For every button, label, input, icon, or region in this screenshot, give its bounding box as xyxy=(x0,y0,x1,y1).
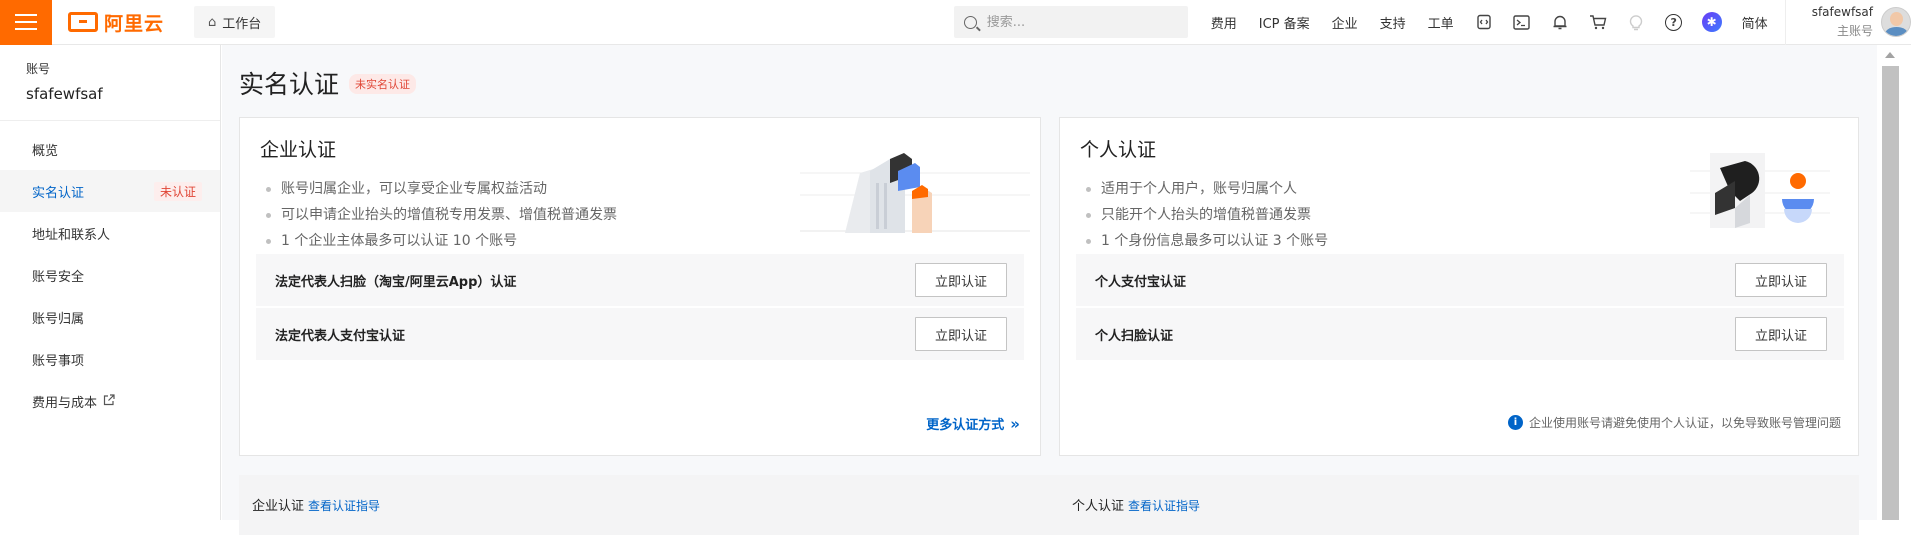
info-icon: i xyxy=(1507,415,1523,430)
sidebar-menu: 概览 实名认证 未认证 地址和联系人 账号安全 账号归属 账号事项 费用与成本 xyxy=(0,128,220,422)
option-label: 法定代表人支付宝认证 xyxy=(275,328,406,344)
enterprise-building-illustration xyxy=(800,153,1030,233)
unverified-tag: 未认证 xyxy=(153,181,202,201)
aliyun-logo-icon xyxy=(68,12,98,32)
enterprise-guide-title: 企业认证 xyxy=(252,499,305,514)
sidebar: 账号 sfafewfsaf 概览 实名认证 未认证 地址和联系人 账号安全 账号… xyxy=(0,45,221,520)
language-switch[interactable]: 简体 xyxy=(1731,13,1779,32)
workbench-button[interactable]: ⌂ 工作台 xyxy=(194,6,276,38)
benefit-item: 只能开个人抬头的增值税普通发票 xyxy=(1086,202,1328,228)
sidebar-item-label: 账号事项 xyxy=(32,353,85,369)
avatar[interactable] xyxy=(1881,7,1911,37)
lightbulb-icon[interactable] xyxy=(1617,0,1655,45)
verification-guide-section: 企业认证 查看认证指导 个人认证 查看认证指导 xyxy=(239,475,1859,535)
scrollbar-thumb[interactable] xyxy=(1882,66,1899,520)
sidebar-item-security[interactable]: 账号安全 xyxy=(0,254,220,296)
search-box[interactable] xyxy=(953,6,1188,38)
user-name: sfafewfsaf xyxy=(1811,5,1873,19)
sidebar-item-ownership[interactable]: 账号归属 xyxy=(0,296,220,338)
enterprise-benefits: 账号归属企业，可以享受企业专属权益活动 可以申请企业抬头的增值税专用发票、增值税… xyxy=(266,176,617,254)
verify-now-button[interactable]: 立即认证 xyxy=(915,263,1007,297)
home-icon: ⌂ xyxy=(208,14,217,30)
sidebar-item-label: 费用与成本 xyxy=(32,395,98,411)
workbench-label: 工作台 xyxy=(222,16,262,32)
sidebar-item-label: 概览 xyxy=(32,143,59,159)
sidebar-divider xyxy=(0,120,220,121)
nav-link-billing[interactable]: 费用 xyxy=(1200,13,1248,32)
benefit-item: 适用于个人用户，账号归属个人 xyxy=(1086,176,1328,202)
hamburger-menu-button[interactable] xyxy=(0,0,52,45)
user-type: 主账号 xyxy=(1836,24,1873,38)
external-link-icon xyxy=(103,393,115,409)
user-menu[interactable]: sfafewfsaf 主账号 xyxy=(1784,0,1911,45)
code-icon[interactable] xyxy=(1465,0,1503,45)
nav-link-icp[interactable]: ICP 备案 xyxy=(1248,13,1321,32)
account-label: 账号 xyxy=(26,62,51,76)
personal-benefits: 适用于个人用户，账号归属个人 只能开个人抬头的增值税普通发票 1 个身份信息最多… xyxy=(1086,176,1328,254)
sidebar-item-realname[interactable]: 实名认证 未认证 xyxy=(0,170,220,212)
top-nav-links: 费用 ICP 备案 企业 支持 工单 ? ✱ 简体 xyxy=(1200,0,1779,45)
personal-card-title: 个人认证 xyxy=(1080,139,1157,161)
personal-guide: 个人认证 查看认证指导 xyxy=(1072,495,1200,514)
option-label: 个人支付宝认证 xyxy=(1095,274,1187,290)
verify-now-button[interactable]: 立即认证 xyxy=(1735,317,1827,351)
option-label: 个人扫脸认证 xyxy=(1095,328,1174,344)
personal-guide-title: 个人认证 xyxy=(1072,499,1125,514)
aliyun-logo[interactable]: 阿里云 xyxy=(68,9,164,36)
personal-verification-card: 个人认证 适用于个人用户，账号归属个人 只能开个人抬头的增值税普通发票 1 个身… xyxy=(1059,117,1859,456)
bell-icon[interactable] xyxy=(1541,0,1579,45)
more-verification-methods-link[interactable]: 更多认证方式 » xyxy=(926,414,1020,434)
enterprise-guide-link[interactable]: 查看认证指导 xyxy=(308,499,380,513)
main-content: 实名认证 未实名认证 企业认证 账号归属企业，可以享受企业专属权益活动 可以申请… xyxy=(222,45,1877,535)
verify-now-button[interactable]: 立即认证 xyxy=(915,317,1007,351)
enterprise-guide: 企业认证 查看认证指导 xyxy=(252,495,380,514)
sidebar-item-cost[interactable]: 费用与成本 xyxy=(0,380,220,422)
enterprise-verification-card: 企业认证 账号归属企业，可以享受企业专属权益活动 可以申请企业抬头的增值税专用发… xyxy=(239,117,1041,456)
cart-icon[interactable] xyxy=(1579,0,1617,45)
tip-text: 企业使用账号请避免使用个人认证，以免导致账号管理问题 xyxy=(1528,416,1841,430)
benefit-item: 1 个企业主体最多可以认证 10 个账号 xyxy=(266,228,617,254)
option-label: 法定代表人扫脸（淘宝/阿里云App）认证 xyxy=(275,274,517,290)
more-link-label: 更多认证方式 xyxy=(926,418,1005,433)
enterprise-card-title: 企业认证 xyxy=(260,139,337,161)
benefit-item: 1 个身份信息最多可以认证 3 个账号 xyxy=(1086,228,1328,254)
help-icon[interactable]: ? xyxy=(1655,0,1693,45)
sidebar-item-label: 账号安全 xyxy=(32,269,85,285)
sidebar-item-label: 地址和联系人 xyxy=(32,227,111,243)
double-chevron-right-icon: » xyxy=(1010,414,1020,433)
sidebar-item-overview[interactable]: 概览 xyxy=(0,128,220,170)
sidebar-item-address[interactable]: 地址和联系人 xyxy=(0,212,220,254)
search-input[interactable] xyxy=(986,14,1167,30)
status-badge: 未实名认证 xyxy=(349,74,416,94)
nav-link-support[interactable]: 支持 xyxy=(1369,13,1417,32)
terminal-icon[interactable] xyxy=(1503,0,1541,45)
search-icon xyxy=(963,15,977,29)
benefit-item: 账号归属企业，可以享受企业专属权益活动 xyxy=(266,176,617,202)
ai-assistant-icon[interactable]: ✱ xyxy=(1693,0,1731,45)
option-personal-face-scan: 个人扫脸认证 立即认证 xyxy=(1076,308,1844,360)
option-alipay: 法定代表人支付宝认证 立即认证 xyxy=(256,308,1024,360)
personal-guide-link[interactable]: 查看认证指导 xyxy=(1128,499,1200,513)
account-name: sfafewfsaf xyxy=(26,85,103,103)
personal-avatar-illustration xyxy=(1690,153,1830,228)
logo-text: 阿里云 xyxy=(104,12,165,35)
top-navbar: 阿里云 ⌂ 工作台 费用 ICP 备案 企业 支持 工单 ? ✱ 简体 xyxy=(0,0,1911,45)
sidebar-item-label: 实名认证 xyxy=(32,185,85,201)
benefit-item: 可以申请企业抬头的增值税专用发票、增值税普通发票 xyxy=(266,202,617,228)
scroll-up-arrow-icon[interactable] xyxy=(1885,52,1895,58)
page-title: 实名认证 xyxy=(239,70,340,99)
sidebar-item-matters[interactable]: 账号事项 xyxy=(0,338,220,380)
option-face-scan: 法定代表人扫脸（淘宝/阿里云App）认证 立即认证 xyxy=(256,254,1024,306)
option-personal-alipay: 个人支付宝认证 立即认证 xyxy=(1076,254,1844,306)
verify-now-button[interactable]: 立即认证 xyxy=(1735,263,1827,297)
sidebar-item-label: 账号归属 xyxy=(32,311,85,327)
nav-link-ticket[interactable]: 工单 xyxy=(1417,13,1465,32)
personal-warning-tip: i 企业使用账号请避免使用个人认证，以免导致账号管理问题 xyxy=(1507,414,1841,431)
nav-link-enterprise[interactable]: 企业 xyxy=(1321,13,1369,32)
